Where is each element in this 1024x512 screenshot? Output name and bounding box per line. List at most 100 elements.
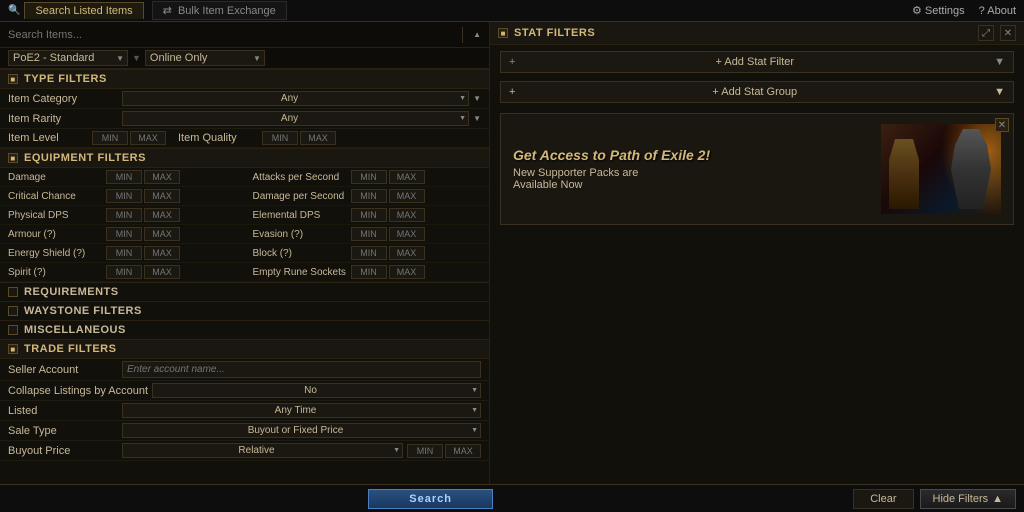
- aps-max[interactable]: [389, 170, 425, 184]
- spirit-minmax: [106, 265, 180, 279]
- ad-text: Get Access to Path of Exile 2! New Suppo…: [513, 147, 871, 191]
- evasion-max[interactable]: [389, 227, 425, 241]
- armour-min[interactable]: [106, 227, 142, 241]
- es-min[interactable]: [106, 246, 142, 260]
- es-max[interactable]: [144, 246, 180, 260]
- damage-min[interactable]: [106, 170, 142, 184]
- block-min[interactable]: [351, 246, 387, 260]
- bottom-right-buttons: Clear Hide Filters ▲: [853, 489, 1016, 509]
- left-panel: ▲ PoE2 - Standard ▼ Online Only ■ Type F…: [0, 22, 490, 512]
- equip-row-es: Energy Shield (?): [0, 244, 245, 263]
- stat-toggle[interactable]: ■: [498, 28, 508, 38]
- edps-minmax: [351, 208, 425, 222]
- listed-select[interactable]: Any Time: [122, 403, 481, 418]
- crit-max[interactable]: [144, 189, 180, 203]
- clear-button[interactable]: Clear: [853, 489, 913, 509]
- trade-toggle[interactable]: ■: [8, 344, 18, 354]
- damage-max[interactable]: [144, 170, 180, 184]
- item-quality-max[interactable]: [300, 131, 336, 145]
- spirit-max[interactable]: [144, 265, 180, 279]
- trade-filters-header[interactable]: ■ Trade Filters: [0, 339, 489, 359]
- rune-sockets-max[interactable]: [389, 265, 425, 279]
- dps-min[interactable]: [351, 189, 387, 203]
- buyout-max[interactable]: [445, 444, 481, 458]
- search-icon: 🔍: [8, 5, 20, 16]
- item-category-select[interactable]: Any: [122, 91, 469, 106]
- about-link[interactable]: ? About: [979, 5, 1016, 17]
- arrow-icon: ▼: [132, 53, 141, 63]
- evasion-minmax: [351, 227, 425, 241]
- listed-select-wrapper: Any Time: [122, 403, 481, 418]
- search-button[interactable]: Search: [368, 489, 493, 509]
- tab-bulk-exchange[interactable]: ⇄ Bulk Item Exchange: [152, 1, 287, 20]
- dps-max[interactable]: [389, 189, 425, 203]
- seller-account-input[interactable]: [122, 361, 481, 378]
- buyout-min[interactable]: [407, 444, 443, 458]
- sale-type-select[interactable]: Buyout or Fixed Price: [122, 423, 481, 438]
- close-stat-btn[interactable]: ✕: [1000, 25, 1016, 41]
- league-select[interactable]: PoE2 - Standard: [8, 50, 128, 66]
- dps-minmax: [351, 189, 425, 203]
- league-row: PoE2 - Standard ▼ Online Only: [0, 48, 489, 69]
- armour-minmax: [106, 227, 180, 241]
- evasion-min[interactable]: [351, 227, 387, 241]
- expand-icon-btn[interactable]: ⤢: [978, 25, 994, 41]
- equipment-toggle[interactable]: ■: [8, 153, 18, 163]
- search-input[interactable]: [8, 29, 452, 41]
- status-select[interactable]: Online Only: [145, 50, 265, 66]
- sale-type-row: Sale Type Buyout or Fixed Price: [0, 421, 489, 441]
- edps-max[interactable]: [389, 208, 425, 222]
- item-level-max[interactable]: [130, 131, 166, 145]
- level-quality-row: Item Level Item Quality: [0, 129, 489, 148]
- search-divider: [462, 27, 463, 43]
- item-rarity-row: Item Rarity Any ▼: [0, 109, 489, 129]
- edps-min[interactable]: [351, 208, 387, 222]
- buyout-price-minmax: [407, 444, 481, 458]
- type-filters-toggle[interactable]: ■: [8, 74, 18, 84]
- add-stat-filter-button[interactable]: + + Add Stat Filter ▼: [500, 51, 1014, 73]
- pdps-max[interactable]: [144, 208, 180, 222]
- arrows-icon: ⇄: [163, 5, 172, 17]
- equipment-filters-header[interactable]: ■ Equipment Filters: [0, 148, 489, 168]
- item-level-min[interactable]: [92, 131, 128, 145]
- ad-banner: ✕ Get Access to Path of Exile 2! New Sup…: [500, 113, 1014, 225]
- crit-minmax: [106, 189, 180, 203]
- ad-content: Get Access to Path of Exile 2! New Suppo…: [501, 114, 1013, 224]
- settings-link[interactable]: ⚙ Settings: [912, 4, 965, 17]
- item-quality-minmax: [262, 131, 336, 145]
- bottom-bar: Search Clear Hide Filters ▲: [0, 484, 1024, 512]
- buyout-price-select[interactable]: Relative: [122, 443, 403, 458]
- tab-search-listed[interactable]: Search Listed Items: [24, 2, 143, 19]
- item-category-wrapper: Any: [122, 91, 469, 106]
- equip-row-armour: Armour (?): [0, 225, 245, 244]
- sale-type-select-wrapper: Buyout or Fixed Price: [122, 423, 481, 438]
- ad-subtext: New Supporter Packs areAvailable Now: [513, 167, 871, 191]
- item-rarity-select[interactable]: Any: [122, 111, 469, 126]
- hide-filters-button[interactable]: Hide Filters ▲: [920, 489, 1017, 509]
- rune-sockets-min[interactable]: [351, 265, 387, 279]
- misc-checkbox[interactable]: [8, 325, 18, 335]
- nav-right: ⚙ Settings ? About: [912, 4, 1016, 17]
- collapse-select[interactable]: No: [152, 383, 481, 398]
- block-max[interactable]: [389, 246, 425, 260]
- requirements-section[interactable]: Requirements: [0, 282, 489, 301]
- spirit-min[interactable]: [106, 265, 142, 279]
- waystone-checkbox[interactable]: [8, 306, 18, 316]
- pdps-min[interactable]: [106, 208, 142, 222]
- crit-min[interactable]: [106, 189, 142, 203]
- item-quality-min[interactable]: [262, 131, 298, 145]
- equip-row-dps: Damage per Second: [245, 187, 490, 206]
- waystone-section[interactable]: Waystone Filters: [0, 301, 489, 320]
- status-select-wrapper: Online Only: [145, 50, 265, 66]
- sale-type-wrapper: Buyout or Fixed Price: [122, 423, 481, 438]
- pdps-minmax: [106, 208, 180, 222]
- collapse-select-wrapper: No: [152, 383, 481, 398]
- type-filters-header[interactable]: ■ Type Filters: [0, 69, 489, 89]
- requirements-checkbox[interactable]: [8, 287, 18, 297]
- main-layout: ▲ PoE2 - Standard ▼ Online Only ■ Type F…: [0, 22, 1024, 512]
- armour-max[interactable]: [144, 227, 180, 241]
- ad-close-button[interactable]: ✕: [995, 118, 1009, 132]
- misc-section[interactable]: Miscellaneous: [0, 320, 489, 339]
- aps-min[interactable]: [351, 170, 387, 184]
- add-stat-group-button[interactable]: + + Add Stat Group ▼: [500, 81, 1014, 103]
